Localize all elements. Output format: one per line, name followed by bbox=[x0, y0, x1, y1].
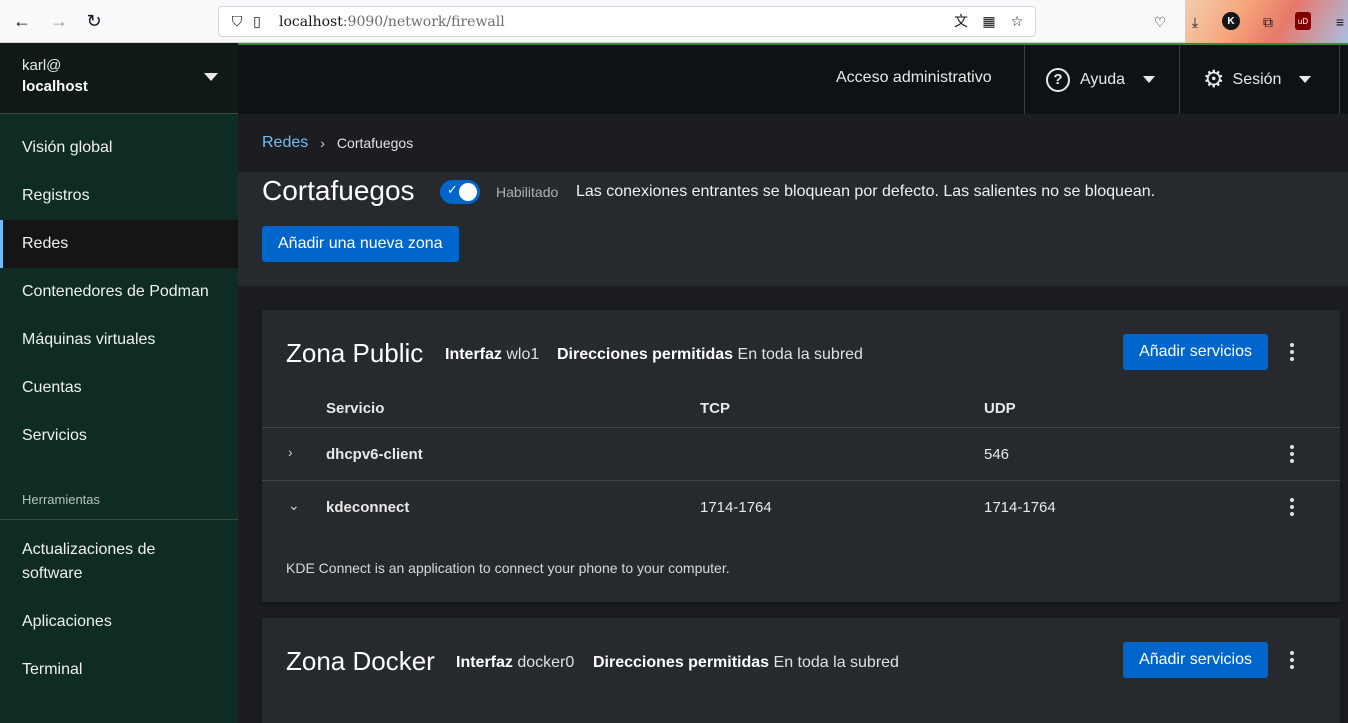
add-zone-button[interactable]: Añadir una nueva zona bbox=[262, 226, 459, 262]
session-label: Sesión bbox=[1232, 70, 1282, 88]
check-icon: ✓ bbox=[447, 182, 458, 197]
help-label: Ayuda bbox=[1080, 70, 1126, 88]
sidebar-item-networking[interactable]: Redes bbox=[0, 220, 238, 268]
firewall-toggle[interactable]: ✓ bbox=[440, 180, 480, 204]
chevron-right-icon: › bbox=[320, 135, 325, 151]
gear-icon: ⚙ bbox=[1203, 66, 1225, 93]
masthead: Acceso administrativo ? Ayuda ⚙ Sesión bbox=[238, 43, 1348, 114]
zone-interface: Interfaz wlo1 bbox=[445, 346, 540, 363]
column-header-udp: UDP bbox=[984, 400, 1016, 417]
firewall-header: Cortafuegos ✓ Habilitado Las conexiones … bbox=[238, 172, 1348, 286]
add-services-button[interactable]: Añadir servicios bbox=[1123, 642, 1268, 678]
firewall-description: Las conexiones entrantes se bloquean por… bbox=[576, 183, 1156, 200]
column-header-tcp: TCP bbox=[700, 400, 730, 417]
service-name: dhcpv6-client bbox=[326, 446, 423, 463]
service-name: kdeconnect bbox=[326, 499, 410, 516]
zone-allowed-addresses: Direcciones permitidas En toda la subred bbox=[593, 654, 899, 671]
zone-title: Zona Docker bbox=[286, 646, 435, 676]
sidebar-item-overview[interactable]: Visión global bbox=[0, 124, 238, 172]
breadcrumb: Redes › Cortafuegos bbox=[262, 134, 413, 152]
service-description: KDE Connect is an application to connect… bbox=[286, 560, 730, 576]
chevron-down-icon bbox=[1143, 76, 1156, 83]
main-content: Redes › Cortafuegos Cortafuegos ✓ Habili… bbox=[238, 114, 1348, 723]
sidebar-item-accounts[interactable]: Cuentas bbox=[0, 364, 238, 412]
menu-icon[interactable]: ≡ bbox=[1330, 12, 1348, 32]
forward-icon[interactable]: → bbox=[44, 6, 74, 36]
url-text[interactable]: localhost:9090/network/firewall bbox=[279, 14, 505, 30]
firewall-status: Habilitado bbox=[496, 184, 559, 200]
account-icon[interactable]: K bbox=[1222, 12, 1240, 30]
sidebar-item-virtual-machines[interactable]: Máquinas virtuales bbox=[0, 316, 238, 364]
kebab-icon[interactable] bbox=[1282, 340, 1302, 364]
add-services-button[interactable]: Añadir servicios bbox=[1123, 334, 1268, 370]
sidebar-item-logs[interactable]: Registros bbox=[0, 172, 238, 220]
reload-icon[interactable]: ↻ bbox=[79, 6, 109, 36]
back-icon[interactable]: ← bbox=[7, 6, 37, 36]
chevron-right-icon[interactable]: › bbox=[288, 444, 293, 460]
browser-toolbar: ← → ↻ ⛉ ▯ localhost:9090/network/firewal… bbox=[0, 0, 1348, 43]
host-user: karl@ bbox=[22, 57, 62, 74]
zone-allowed-addresses: Direcciones permitidas En toda la subred bbox=[557, 346, 863, 363]
zone-card-public: Zona Public Interfaz wlo1 Direcciones pe… bbox=[262, 310, 1340, 602]
help-icon: ? bbox=[1046, 67, 1070, 92]
download-icon[interactable]: ⤓ bbox=[1185, 12, 1205, 32]
host-switcher[interactable]: karl@ localhost bbox=[0, 43, 238, 114]
service-udp: 546 bbox=[984, 446, 1010, 463]
shield-icon[interactable]: ⛉ bbox=[227, 12, 247, 32]
breadcrumb-networking-link[interactable]: Redes bbox=[262, 134, 308, 152]
translate-icon[interactable]: 文 bbox=[951, 11, 971, 31]
chevron-down-icon bbox=[204, 73, 218, 81]
star-icon[interactable]: ☆ bbox=[1007, 11, 1027, 31]
sidebar-item-applications[interactable]: Aplicaciones bbox=[0, 598, 238, 646]
host-machine: localhost bbox=[22, 78, 88, 95]
kebab-icon[interactable] bbox=[1282, 648, 1302, 672]
sidebar-item-services[interactable]: Servicios bbox=[0, 412, 238, 460]
kebab-icon[interactable] bbox=[1282, 442, 1302, 466]
sidebar-item-terminal[interactable]: Terminal bbox=[0, 646, 238, 694]
url-bar[interactable]: ⛉ ▯ localhost:9090/network/firewall 文 ▦ … bbox=[218, 6, 1036, 37]
chevron-down-icon bbox=[1299, 76, 1312, 83]
pocket-icon[interactable]: ♡ bbox=[1150, 12, 1170, 32]
session-menu-button[interactable]: ⚙ Sesión bbox=[1203, 45, 1312, 114]
breadcrumb-current: Cortafuegos bbox=[336, 135, 414, 151]
extensions-icon[interactable]: ⧉ bbox=[1258, 12, 1278, 32]
page-title: Cortafuegos bbox=[262, 175, 415, 206]
grid-icon[interactable]: ▦ bbox=[979, 11, 999, 31]
admin-access-button[interactable]: Acceso administrativo bbox=[836, 69, 992, 87]
zone-card-docker: Zona Docker Interfaz docker0 Direcciones… bbox=[262, 618, 1340, 723]
page-icon[interactable]: ▯ bbox=[247, 12, 267, 32]
zone-interface: Interfaz docker0 bbox=[456, 654, 575, 671]
service-tcp: 1714-1764 bbox=[700, 499, 772, 516]
chevron-down-icon[interactable]: ⌄ bbox=[288, 497, 300, 514]
sidebar-item-software-updates[interactable]: Actualizaciones de software bbox=[0, 526, 238, 598]
sidebar: karl@ localhost Visión global Registros … bbox=[0, 43, 238, 723]
sidebar-item-podman[interactable]: Contenedores de Podman bbox=[0, 268, 238, 316]
kebab-icon[interactable] bbox=[1282, 495, 1302, 519]
service-udp: 1714-1764 bbox=[984, 499, 1056, 516]
zone-title: Zona Public bbox=[286, 338, 424, 368]
help-menu-button[interactable]: ? Ayuda bbox=[1046, 45, 1156, 114]
ublock-icon[interactable]: uD bbox=[1295, 12, 1311, 30]
tools-heading: Herramientas bbox=[0, 480, 238, 520]
column-header-service[interactable]: Servicio bbox=[326, 400, 384, 417]
